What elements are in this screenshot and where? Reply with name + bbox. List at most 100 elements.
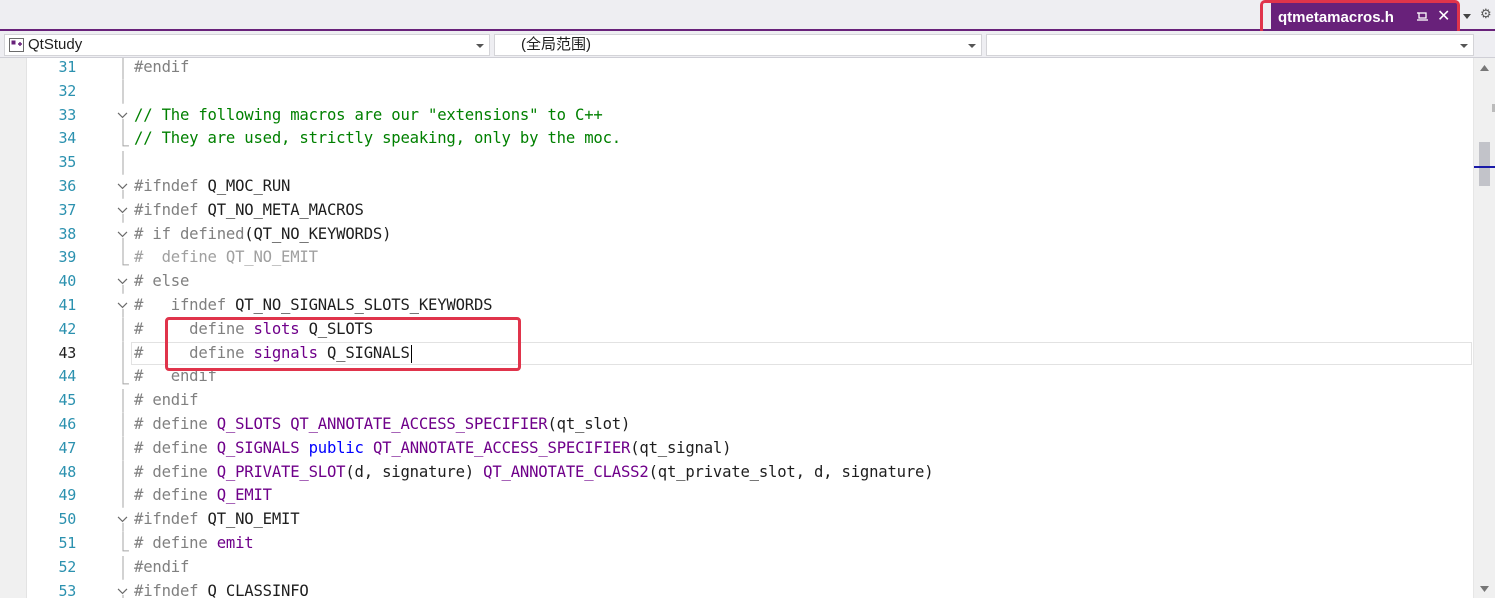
vertical-scrollbar[interactable]	[1473, 58, 1495, 598]
code-line[interactable]: 39 # define QT_NO_EMIT	[0, 246, 1473, 270]
code-line[interactable]: 53 #ifndef Q_CLASSINFO	[0, 580, 1473, 598]
scroll-thumb[interactable]	[1479, 142, 1490, 186]
code-token: (qt_private_slot, d, signature)	[648, 462, 934, 481]
code-token: Q_PRIVATE_SLOT	[216, 462, 346, 481]
line-number: 39	[58, 248, 77, 267]
code-token: QT_NO_EMIT	[207, 510, 300, 529]
code-token: public	[308, 438, 364, 457]
code-token: # define	[134, 534, 217, 552]
code-line[interactable]: 41 # ifndef QT_NO_SIGNALS_SLOTS_KEYWORDS	[0, 294, 1473, 318]
line-number: 44	[58, 367, 77, 386]
code-text: # else	[134, 270, 189, 294]
code-token: emit	[216, 534, 254, 552]
code-line[interactable]: 35	[0, 151, 1473, 175]
line-number: 43	[58, 343, 77, 362]
code-line[interactable]: 47 # define Q_SIGNALS public QT_ANNOTATE_…	[0, 436, 1473, 461]
fold-guide-line	[122, 317, 124, 342]
project-icon	[9, 38, 24, 52]
code-token: Q_SLOTS QT_ANNOTATE_ACCESS_SPECIFIER	[216, 415, 548, 433]
collapse-chevron-icon[interactable]	[114, 104, 132, 128]
code-token: Q_CLASSINFO	[207, 581, 309, 598]
code-line[interactable]: 38 # if defined(QT_NO_KEYWORDS)	[0, 223, 1473, 247]
code-line[interactable]: 34 // They are used, strictly speaking, o…	[0, 127, 1473, 151]
line-number: 40	[58, 272, 77, 291]
collapse-chevron-icon[interactable]	[114, 580, 132, 598]
code-token: # else	[134, 272, 190, 291]
code-token: (qt_slot)	[547, 415, 631, 433]
line-number: 42	[58, 319, 77, 338]
code-text: # define Q_EMIT	[134, 484, 272, 508]
collapse-chevron-icon[interactable]	[114, 270, 132, 294]
code-line[interactable]: 51 # define emit	[0, 532, 1473, 556]
code-token: QT_NO_META_MACROS	[207, 200, 364, 219]
collapse-chevron-icon[interactable]	[114, 223, 132, 247]
collapse-chevron-icon[interactable]	[114, 175, 132, 199]
fold-guide-line	[122, 413, 124, 437]
code-token: (qt_signal)	[630, 438, 732, 457]
code-line[interactable]: 52 #endif	[0, 555, 1473, 580]
code-token: # define	[134, 486, 217, 505]
fold-guide-line	[122, 79, 124, 104]
chevron-down-icon[interactable]	[1461, 10, 1473, 22]
fold-guide-line	[122, 484, 124, 509]
collapse-chevron-icon[interactable]	[114, 508, 132, 532]
code-token: (d, signature)	[345, 462, 484, 481]
line-number: 37	[58, 200, 77, 219]
gear-icon[interactable]: ⚙	[1480, 6, 1492, 22]
code-line[interactable]: 50 #ifndef QT_NO_EMIT	[0, 508, 1473, 532]
code-line[interactable]: 33 // The following macros are our "exten…	[0, 104, 1473, 128]
code-line[interactable]: 31 #endif	[0, 58, 1473, 80]
code-token: #endif	[134, 58, 190, 76]
line-number: 50	[58, 510, 77, 529]
code-line[interactable]: 49 # define Q_EMIT	[0, 484, 1473, 509]
code-text: #ifndef QT_NO_META_MACROS	[134, 199, 364, 223]
code-editor[interactable]: 31 #endif 32 33 // The following macros are …	[0, 58, 1473, 598]
code-line[interactable]: 45 # endif	[0, 389, 1473, 413]
project-dropdown[interactable]: QtStudy	[4, 34, 490, 56]
code-text: # define emit	[134, 532, 254, 556]
code-text: #endif	[134, 58, 189, 80]
member-dropdown[interactable]	[986, 34, 1474, 56]
fold-guide-line	[122, 555, 124, 580]
code-line[interactable]: 46 # define Q_SLOTS QT_ANNOTATE_ACCESS_SP…	[0, 413, 1473, 437]
fold-guide-line	[122, 460, 124, 485]
code-token: QT_NO_SIGNALS_SLOTS_KEYWORDS	[235, 296, 493, 314]
code-token: #ifndef	[134, 200, 208, 219]
code-token: # define	[134, 462, 217, 481]
code-token: Q_MOC_RUN	[207, 177, 291, 195]
scope-dropdown[interactable]: (全局范围)	[494, 34, 982, 56]
collapse-chevron-icon[interactable]	[114, 294, 132, 318]
code-token: #ifndef	[134, 581, 208, 598]
line-number: 53	[58, 581, 77, 598]
chevron-down-icon	[968, 44, 976, 48]
line-number: 51	[58, 534, 77, 552]
code-text: // They are used, strictly speaking, onl…	[134, 127, 621, 151]
code-text: # define Q_SLOTS QT_ANNOTATE_ACCESS_SPEC…	[134, 413, 630, 437]
fold-guide-line	[122, 389, 124, 413]
code-token: Q_SIGNALS	[216, 438, 309, 457]
line-number: 45	[58, 391, 77, 410]
tab-highlight-box	[1260, 0, 1460, 35]
project-dropdown-value: QtStudy	[28, 36, 83, 53]
code-text: # define Q_PRIVATE_SLOT(d, signature) QT…	[134, 461, 934, 485]
code-token: Q_EMIT	[216, 486, 272, 505]
collapse-chevron-icon[interactable]	[114, 199, 132, 223]
code-line[interactable]: 48 # define Q_PRIVATE_SLOT(d, signature) …	[0, 460, 1473, 485]
code-token: QT_ANNOTATE_ACCESS_SPECIFIER	[372, 438, 631, 457]
scroll-down-icon[interactable]	[1480, 586, 1489, 592]
code-text: #endif	[134, 556, 189, 580]
code-line[interactable]: 36 #ifndef Q_MOC_RUN	[0, 175, 1473, 199]
line-number: 46	[58, 415, 77, 433]
line-number: 35	[58, 153, 77, 172]
code-text: // The following macros are our "extensi…	[134, 104, 603, 128]
code-line[interactable]: 40 # else	[0, 270, 1473, 294]
code-token: #ifndef	[134, 510, 208, 529]
fold-end-marker	[122, 127, 129, 147]
code-token: #endif	[134, 557, 190, 576]
code-line[interactable]: 32	[0, 79, 1473, 104]
scroll-up-icon[interactable]	[1480, 65, 1489, 71]
code-text: #ifndef QT_NO_EMIT	[134, 508, 300, 532]
code-line[interactable]: 37 #ifndef QT_NO_META_MACROS	[0, 199, 1473, 223]
caret-position-marker	[1474, 166, 1495, 168]
